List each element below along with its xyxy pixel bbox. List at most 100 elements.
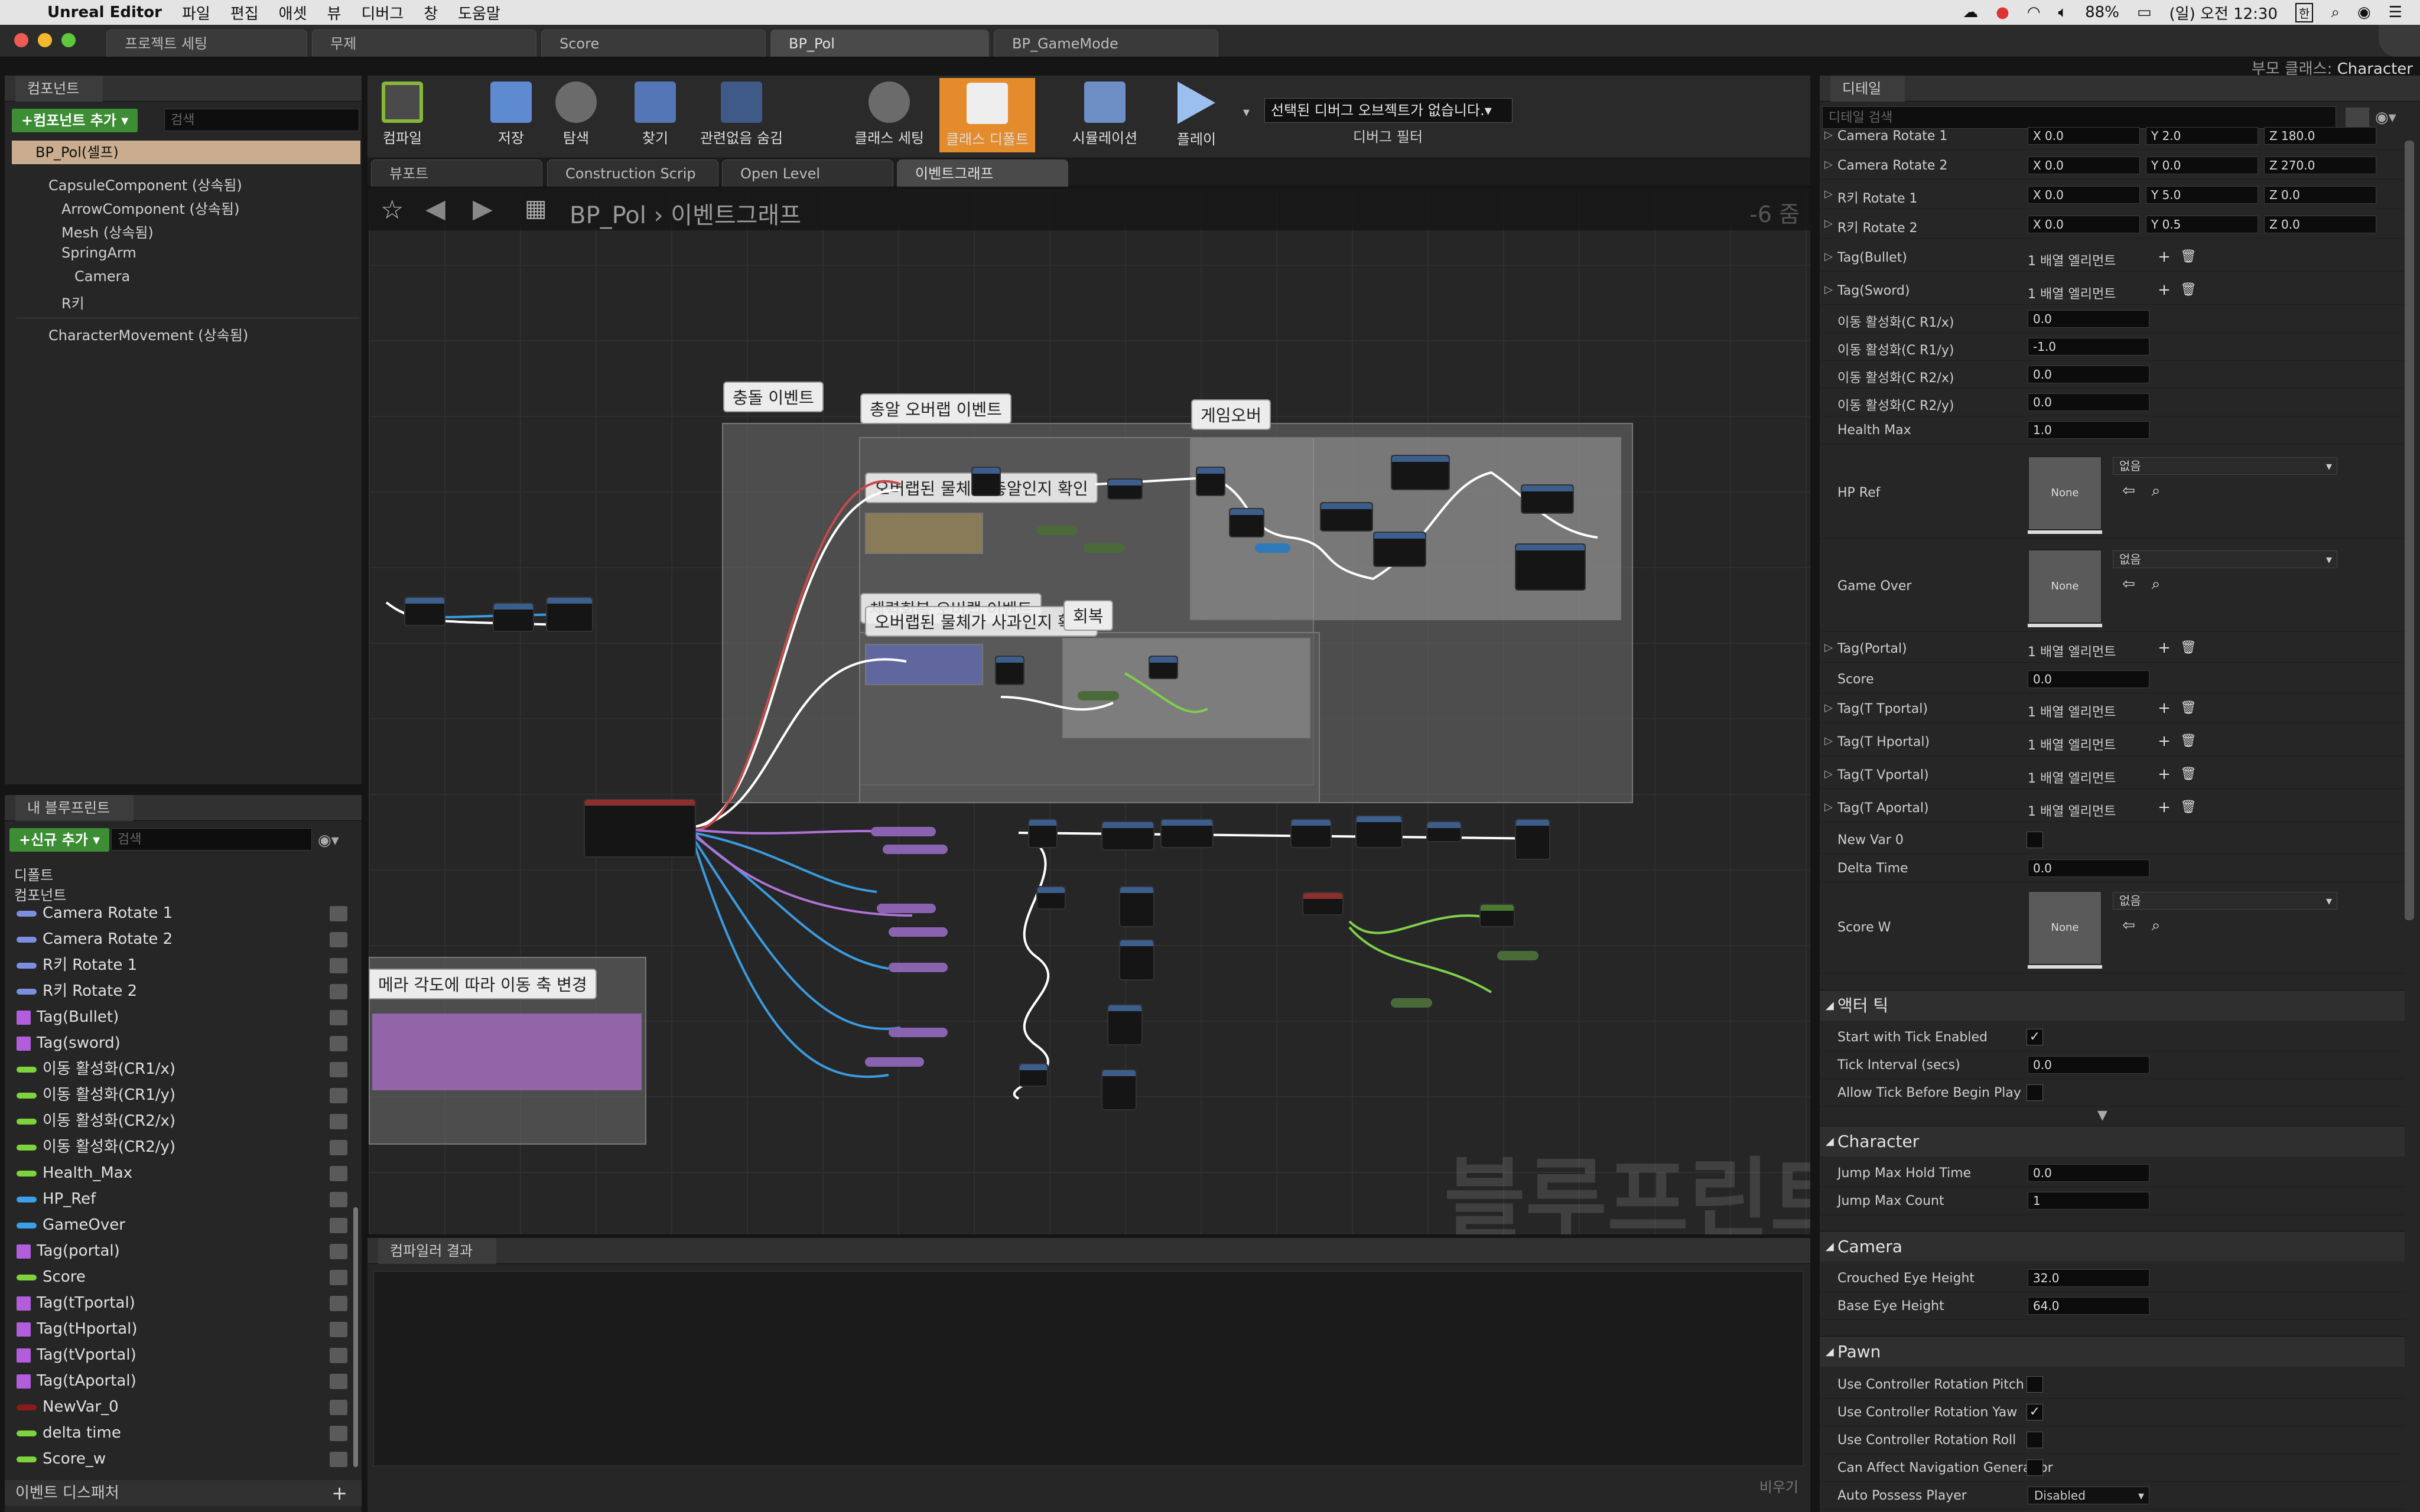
add-new-button[interactable]: +신규 추가 ▾ (9, 828, 110, 852)
variable-visibility-eye-icon[interactable] (330, 1322, 347, 1337)
advanced-expand-chevron-icon[interactable]: ▼ (2097, 1108, 2107, 1123)
expand-arrow-icon[interactable]: ▷ (1824, 735, 1833, 747)
vector-y-field[interactable]: Y 0.5 (2146, 216, 2258, 233)
variable-visibility-eye-icon[interactable] (330, 1010, 347, 1025)
expand-arrow-icon[interactable]: ▷ (1824, 158, 1833, 171)
add-element-icon[interactable]: + (2156, 282, 2172, 298)
menu-edit[interactable]: 편집 (230, 2, 259, 24)
use-selected-arrow-icon[interactable]: ⇦ (2121, 918, 2136, 933)
vector-x-field[interactable]: X 0.0 (2028, 216, 2140, 233)
asset-picker-dropdown[interactable]: 없음 ▾ (2113, 550, 2337, 568)
number-field[interactable]: 0.0 (2028, 366, 2149, 383)
node[interactable] (1107, 1004, 1143, 1045)
variable-get-node[interactable] (883, 845, 948, 854)
node[interactable] (1426, 821, 1462, 842)
checkbox[interactable]: ✓ (2027, 1404, 2043, 1420)
variable-visibility-eye-icon[interactable] (330, 1114, 347, 1129)
spotlight-icon[interactable]: ⌕ (2331, 4, 2340, 22)
add-element-icon[interactable]: + (2156, 249, 2172, 265)
variable-item[interactable]: Tag(Bullet) (17, 1004, 347, 1030)
expand-arrow-icon[interactable]: ▷ (1824, 641, 1833, 654)
variable-visibility-eye-icon[interactable] (330, 1166, 347, 1181)
component-root-self[interactable]: BP_Pol(셀프) (12, 141, 360, 164)
node[interactable] (1302, 892, 1344, 915)
variable-visibility-eye-icon[interactable] (330, 1400, 347, 1415)
node[interactable] (1290, 819, 1332, 848)
component-mesh[interactable]: Mesh (상속됨) (61, 221, 154, 242)
delete-element-icon[interactable]: 🗑︎ (2180, 700, 2197, 716)
variable-get-node[interactable] (877, 904, 936, 913)
component-camera[interactable]: Camera (74, 268, 130, 285)
variable-list-scrollbar[interactable] (353, 1207, 358, 1467)
blueprint-search-input[interactable]: 검색 (111, 828, 312, 850)
variable-visibility-eye-icon[interactable] (330, 958, 347, 973)
delete-element-icon[interactable]: 🗑︎ (2180, 282, 2197, 298)
variable-get-node[interactable] (865, 1057, 924, 1067)
node[interactable] (1149, 656, 1178, 679)
vector-y-field[interactable]: Y 2.0 (2146, 127, 2258, 145)
event-graph-canvas[interactable]: ☆ ◀ ▶ ▦ BP_Pol › 이벤트그래프 -6 줌 충돌 이벤트 총알 오… (369, 189, 1810, 1234)
tab-bp-pol[interactable]: BP_Pol (770, 30, 989, 57)
tab-project-settings[interactable]: 프로젝트 세팅 (106, 30, 307, 57)
menu-view[interactable]: 뷰 (327, 2, 341, 24)
browse-asset-magnifier-icon[interactable]: ⌕ (2148, 918, 2164, 933)
minimize-window-icon[interactable] (38, 33, 52, 47)
expand-arrow-icon[interactable]: ▷ (1824, 702, 1833, 714)
asset-picker-dropdown[interactable]: 없음 ▾ (2113, 892, 2337, 910)
checkbox[interactable] (2027, 1376, 2043, 1393)
tab-bp-gamemode[interactable]: BP_GameMode (994, 30, 1218, 57)
add-element-icon[interactable]: + (2156, 767, 2172, 782)
asset-picker-dropdown[interactable]: 없음 ▾ (2113, 457, 2337, 475)
tab-open-level[interactable]: Open Level (722, 159, 893, 187)
browse-asset-magnifier-icon[interactable]: ⌕ (2148, 483, 2164, 498)
node[interactable] (1119, 886, 1154, 927)
variable-visibility-eye-icon[interactable] (330, 932, 347, 947)
use-selected-arrow-icon[interactable]: ⇦ (2121, 576, 2136, 592)
node[interactable] (1515, 543, 1586, 591)
number-field[interactable]: 1.0 (2028, 421, 2149, 439)
variable-item[interactable]: Tag(portal) (17, 1238, 347, 1264)
find-button[interactable]: 찾기 (623, 77, 688, 154)
delete-element-icon[interactable]: 🗑︎ (2180, 800, 2197, 815)
siri-icon[interactable]: ◉ (2357, 4, 2371, 21)
variable-get-node[interactable] (1036, 526, 1078, 535)
node[interactable] (1101, 1069, 1137, 1110)
save-button[interactable]: 저장 (479, 77, 544, 154)
tab-viewport[interactable]: 뷰포트 (371, 159, 542, 187)
delete-element-icon[interactable]: 🗑︎ (2180, 640, 2197, 656)
variable-item[interactable]: delta time (17, 1420, 347, 1446)
compiler-results-tab[interactable]: 컴파일러 결과 (378, 1238, 497, 1264)
node[interactable] (1036, 886, 1066, 910)
class-defaults-button[interactable]: 클래스 디폴트 (939, 78, 1035, 152)
node[interactable] (1229, 508, 1264, 537)
node[interactable] (1107, 478, 1143, 500)
variable-get-node[interactable] (1084, 543, 1125, 553)
visibility-eye-icon[interactable]: ◉▾ (318, 832, 339, 849)
variable-item[interactable]: Tag(sword) (17, 1030, 347, 1056)
play-button[interactable]: 플레이 (1164, 77, 1229, 154)
variable-visibility-eye-icon[interactable] (330, 1088, 347, 1103)
tab-construction-script[interactable]: Construction Scrip (547, 159, 718, 187)
node[interactable] (1196, 467, 1225, 496)
expand-arrow-icon[interactable]: ▷ (1824, 129, 1833, 141)
delta-time-field[interactable]: 0.0 (2028, 859, 2149, 877)
vector-z-field[interactable]: Z 180.0 (2264, 127, 2376, 145)
vector-z-field[interactable]: Z 270.0 (2264, 157, 2376, 174)
variable-get-node[interactable] (1391, 998, 1432, 1008)
variable-visibility-eye-icon[interactable] (330, 1426, 347, 1441)
hide-unrelated-button[interactable]: 관련없음 숨김 (697, 77, 786, 154)
creative-cloud-icon[interactable]: ☁ (1963, 4, 1978, 21)
expand-arrow-icon[interactable]: ▷ (1824, 250, 1833, 263)
tab-score[interactable]: Score (541, 30, 766, 57)
browse-asset-magnifier-icon[interactable]: ⌕ (2148, 576, 2164, 592)
variable-item[interactable]: 이동 활성화(CR1/y) (17, 1082, 347, 1108)
tab-untitled[interactable]: 무제 (312, 30, 536, 57)
variable-visibility-eye-icon[interactable] (330, 1218, 347, 1233)
variable-item[interactable]: R키 Rotate 1 (17, 952, 347, 978)
node[interactable] (1119, 939, 1154, 980)
zoom-window-icon[interactable] (61, 33, 76, 47)
variable-item[interactable]: 이동 활성화(CR1/x) (17, 1056, 347, 1082)
node[interactable] (493, 602, 534, 632)
class-settings-button[interactable]: 클래스 세팅 (845, 77, 933, 154)
checkbox[interactable] (2027, 1459, 2043, 1476)
